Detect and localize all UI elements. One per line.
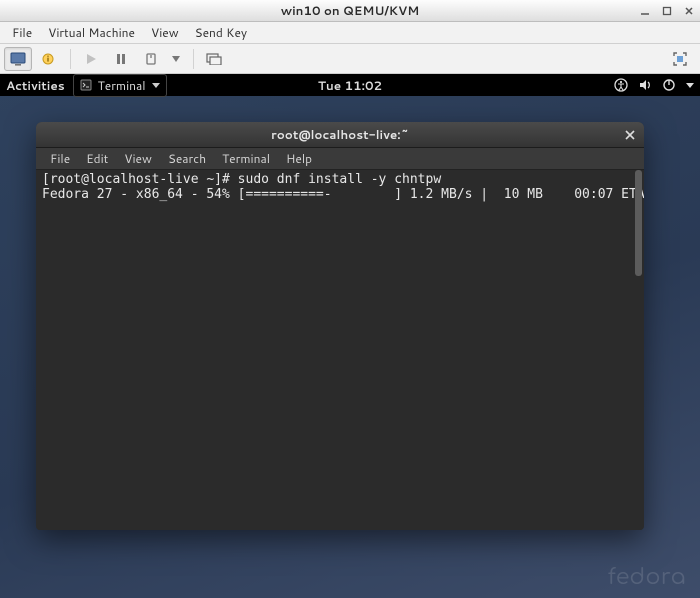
terminal-menu-terminal[interactable]: Terminal — [214, 147, 278, 170]
activities-button[interactable]: Activities — [6, 77, 65, 94]
terminal-menu-file[interactable]: File — [42, 147, 78, 170]
run-button[interactable] — [77, 47, 105, 71]
shutdown-menu-button[interactable] — [167, 47, 185, 71]
toolbar-divider — [70, 49, 71, 69]
vm-menu-vm[interactable]: Virtual Machine — [40, 21, 143, 44]
console-view-button[interactable] — [4, 47, 32, 71]
pause-button[interactable] — [107, 47, 135, 71]
terminal-line-2: Fedora 27 - x86_64 - 54% [==========- ] … — [42, 187, 644, 202]
accessibility-icon — [614, 78, 628, 92]
vm-menu-file[interactable]: File — [4, 21, 40, 44]
terminal-menu-help[interactable]: Help — [278, 147, 320, 170]
close-button[interactable] — [682, 4, 696, 18]
chevron-down-icon — [152, 83, 160, 88]
shutdown-button[interactable] — [137, 47, 165, 71]
vm-toolbar — [0, 44, 700, 74]
vm-menubar: File Virtual Machine View Send Key — [0, 22, 700, 44]
details-view-button[interactable] — [34, 47, 62, 71]
vm-window-controls — [638, 0, 696, 21]
terminal-scrollbar[interactable] — [635, 170, 642, 524]
maximize-button[interactable] — [660, 4, 674, 18]
toolbar-divider-2 — [193, 49, 194, 69]
topbar-app-label: Terminal — [98, 77, 146, 94]
chevron-down-icon — [686, 83, 694, 88]
power-icon — [662, 78, 676, 92]
terminal-title: root@localhost-live:~ — [271, 126, 409, 143]
terminal-line-1: [root@localhost-live ~]# sudo dnf instal… — [42, 172, 441, 187]
clock[interactable]: Tue 11:02 — [318, 77, 382, 94]
fedora-watermark: fedora — [608, 566, 686, 590]
terminal-body[interactable]: [root@localhost-live ~]# sudo dnf instal… — [36, 170, 644, 530]
system-status-area[interactable] — [614, 78, 694, 92]
vm-window-title: win10 on QEMU/KVM — [281, 2, 419, 19]
topbar-app-indicator[interactable]: Terminal — [73, 74, 167, 97]
terminal-menu-view[interactable]: View — [116, 147, 160, 170]
volume-icon — [638, 78, 652, 92]
snapshots-button[interactable] — [200, 47, 228, 71]
terminal-app-icon — [80, 79, 92, 91]
minimize-button[interactable] — [638, 4, 652, 18]
terminal-window: root@localhost-live:~ File Edit View Sea… — [36, 122, 644, 530]
terminal-menu-search[interactable]: Search — [160, 147, 214, 170]
terminal-close-button[interactable] — [622, 127, 638, 143]
terminal-titlebar[interactable]: root@localhost-live:~ — [36, 122, 644, 148]
terminal-menubar: File Edit View Search Terminal Help — [36, 148, 644, 170]
guest-viewport: Activities Terminal Tue 11:02 — [0, 74, 700, 598]
vm-window-titlebar: win10 on QEMU/KVM — [0, 0, 700, 22]
gnome-topbar: Activities Terminal Tue 11:02 — [0, 74, 700, 96]
vm-menu-view[interactable]: View — [143, 21, 187, 44]
fullscreen-button[interactable] — [666, 47, 694, 71]
vm-menu-sendkey[interactable]: Send Key — [187, 21, 256, 44]
terminal-menu-edit[interactable]: Edit — [78, 147, 116, 170]
scrollbar-thumb[interactable] — [635, 170, 642, 276]
